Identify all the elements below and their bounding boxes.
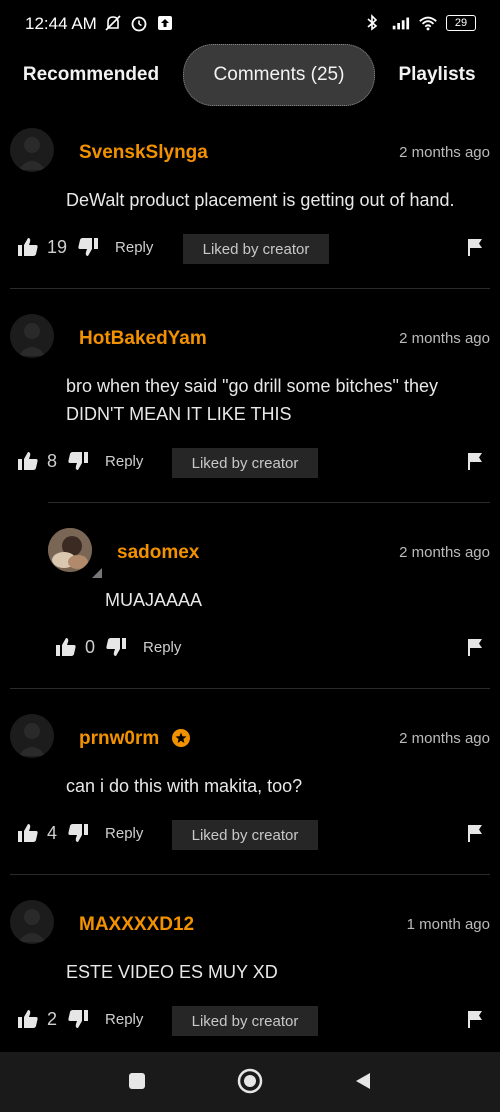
like-count: 8 <box>47 450 58 471</box>
tab-bar: Recommended Comments (25) Playlists <box>0 44 500 108</box>
avatar[interactable] <box>10 128 54 172</box>
liked-by-creator-badge: Liked by creator <box>172 820 318 850</box>
comment-username[interactable]: MAXXXXD12 <box>79 914 194 936</box>
comment-time: 2 months ago <box>399 144 490 161</box>
avatar[interactable] <box>10 314 54 358</box>
thumbs-up-icon[interactable] <box>17 822 39 844</box>
flag-icon[interactable] <box>466 1010 484 1028</box>
comment-item: HotBakedYam 2 months ago bro when they s… <box>0 310 500 506</box>
system-nav-bar <box>0 1052 500 1112</box>
reply-button[interactable]: Reply <box>105 825 143 842</box>
reply-button[interactable]: Reply <box>143 639 181 656</box>
comment-actions: 2 Reply <box>17 1004 143 1034</box>
back-button[interactable] <box>350 1068 376 1094</box>
divider <box>10 688 490 689</box>
comment-text: can i do this with makita, too? <box>66 776 303 796</box>
comment-text: DeWalt product placement is getting out … <box>66 190 455 210</box>
avatar[interactable] <box>48 528 92 572</box>
comment-time: 1 month ago <box>406 916 490 933</box>
flag-icon[interactable] <box>466 638 484 656</box>
comment-username[interactable]: prnw0rm <box>79 728 159 750</box>
liked-by-creator-badge: Liked by creator <box>172 1006 318 1036</box>
flag-icon[interactable] <box>466 238 484 256</box>
status-bar: 12:44 AM 29 <box>0 0 500 50</box>
mute-icon <box>103 13 123 33</box>
comment-actions: 8 Reply <box>17 446 143 476</box>
liked-by-creator-badge: Liked by creator <box>183 234 329 264</box>
comment-username[interactable]: sadomex <box>117 542 199 564</box>
status-icons-left <box>103 13 175 33</box>
liked-by-creator-badge: Liked by creator <box>172 448 318 478</box>
reply-button[interactable]: Reply <box>105 1011 143 1028</box>
divider <box>48 502 490 503</box>
status-icons-right: 29 <box>362 13 476 33</box>
like-count: 4 <box>47 822 58 843</box>
divider <box>10 288 490 289</box>
thumbs-down-icon[interactable] <box>67 1008 89 1030</box>
thumbs-up-icon[interactable] <box>17 450 39 472</box>
comment-actions: 19 Reply <box>17 232 153 262</box>
like-count: 2 <box>47 1008 58 1029</box>
comment-text: bro when they said "go drill some bitche… <box>66 376 438 396</box>
wifi-icon <box>418 13 438 33</box>
avatar[interactable] <box>10 714 54 758</box>
reply-button[interactable]: Reply <box>115 239 153 256</box>
tab-playlists[interactable]: Playlists <box>380 44 494 106</box>
comment-text: DIDN'T MEAN IT LIKE THIS <box>66 404 292 424</box>
reply-button[interactable]: Reply <box>105 453 143 470</box>
thumbs-up-icon[interactable] <box>17 1008 39 1030</box>
comment-actions: 0 Reply <box>55 632 181 662</box>
upload-icon <box>155 13 175 33</box>
thumbs-down-icon[interactable] <box>77 236 99 258</box>
comment-text: MUAJAAAA <box>105 590 203 610</box>
alarm-icon <box>129 13 149 33</box>
thumbs-up-icon[interactable] <box>17 236 39 258</box>
tab-comments[interactable]: Comments (25) <box>183 44 375 106</box>
thumbs-down-icon[interactable] <box>105 636 127 658</box>
reply-item: sadomex 2 months ago MUAJAAAA 0 Reply <box>0 524 500 690</box>
comment-item: prnw0rm 2 months ago can i do this with … <box>0 710 500 876</box>
battery-icon: 29 <box>446 15 476 31</box>
signal-icon <box>390 13 410 33</box>
avatar-corner-marker <box>92 568 102 578</box>
thumbs-down-icon[interactable] <box>67 450 89 472</box>
home-button[interactable] <box>237 1068 263 1094</box>
flag-icon[interactable] <box>466 452 484 470</box>
comment-text: ESTE VIDEO ES MUY XD <box>66 962 278 982</box>
comment-username[interactable]: HotBakedYam <box>79 328 207 350</box>
status-time: 12:44 AM <box>25 14 97 33</box>
comment-item: SvenskSlynga 2 months ago DeWalt product… <box>0 124 500 290</box>
bluetooth-icon <box>362 13 382 33</box>
comment-time: 2 months ago <box>399 730 490 747</box>
comment-time: 2 months ago <box>399 544 490 561</box>
thumbs-down-icon[interactable] <box>67 822 89 844</box>
comment-item: MAXXXXD12 1 month ago ESTE VIDEO ES MUY … <box>0 896 500 1046</box>
comment-username[interactable]: SvenskSlynga <box>79 142 208 164</box>
tab-recommended[interactable]: Recommended <box>10 44 172 106</box>
comment-actions: 4 Reply <box>17 818 143 848</box>
comment-time: 2 months ago <box>399 330 490 347</box>
recents-button[interactable] <box>124 1068 150 1094</box>
like-count: 0 <box>85 636 96 657</box>
flag-icon[interactable] <box>466 824 484 842</box>
avatar[interactable] <box>10 900 54 944</box>
like-count: 19 <box>47 236 68 257</box>
thumbs-up-icon[interactable] <box>55 636 77 658</box>
star-badge-icon <box>172 729 190 747</box>
divider <box>10 874 490 875</box>
